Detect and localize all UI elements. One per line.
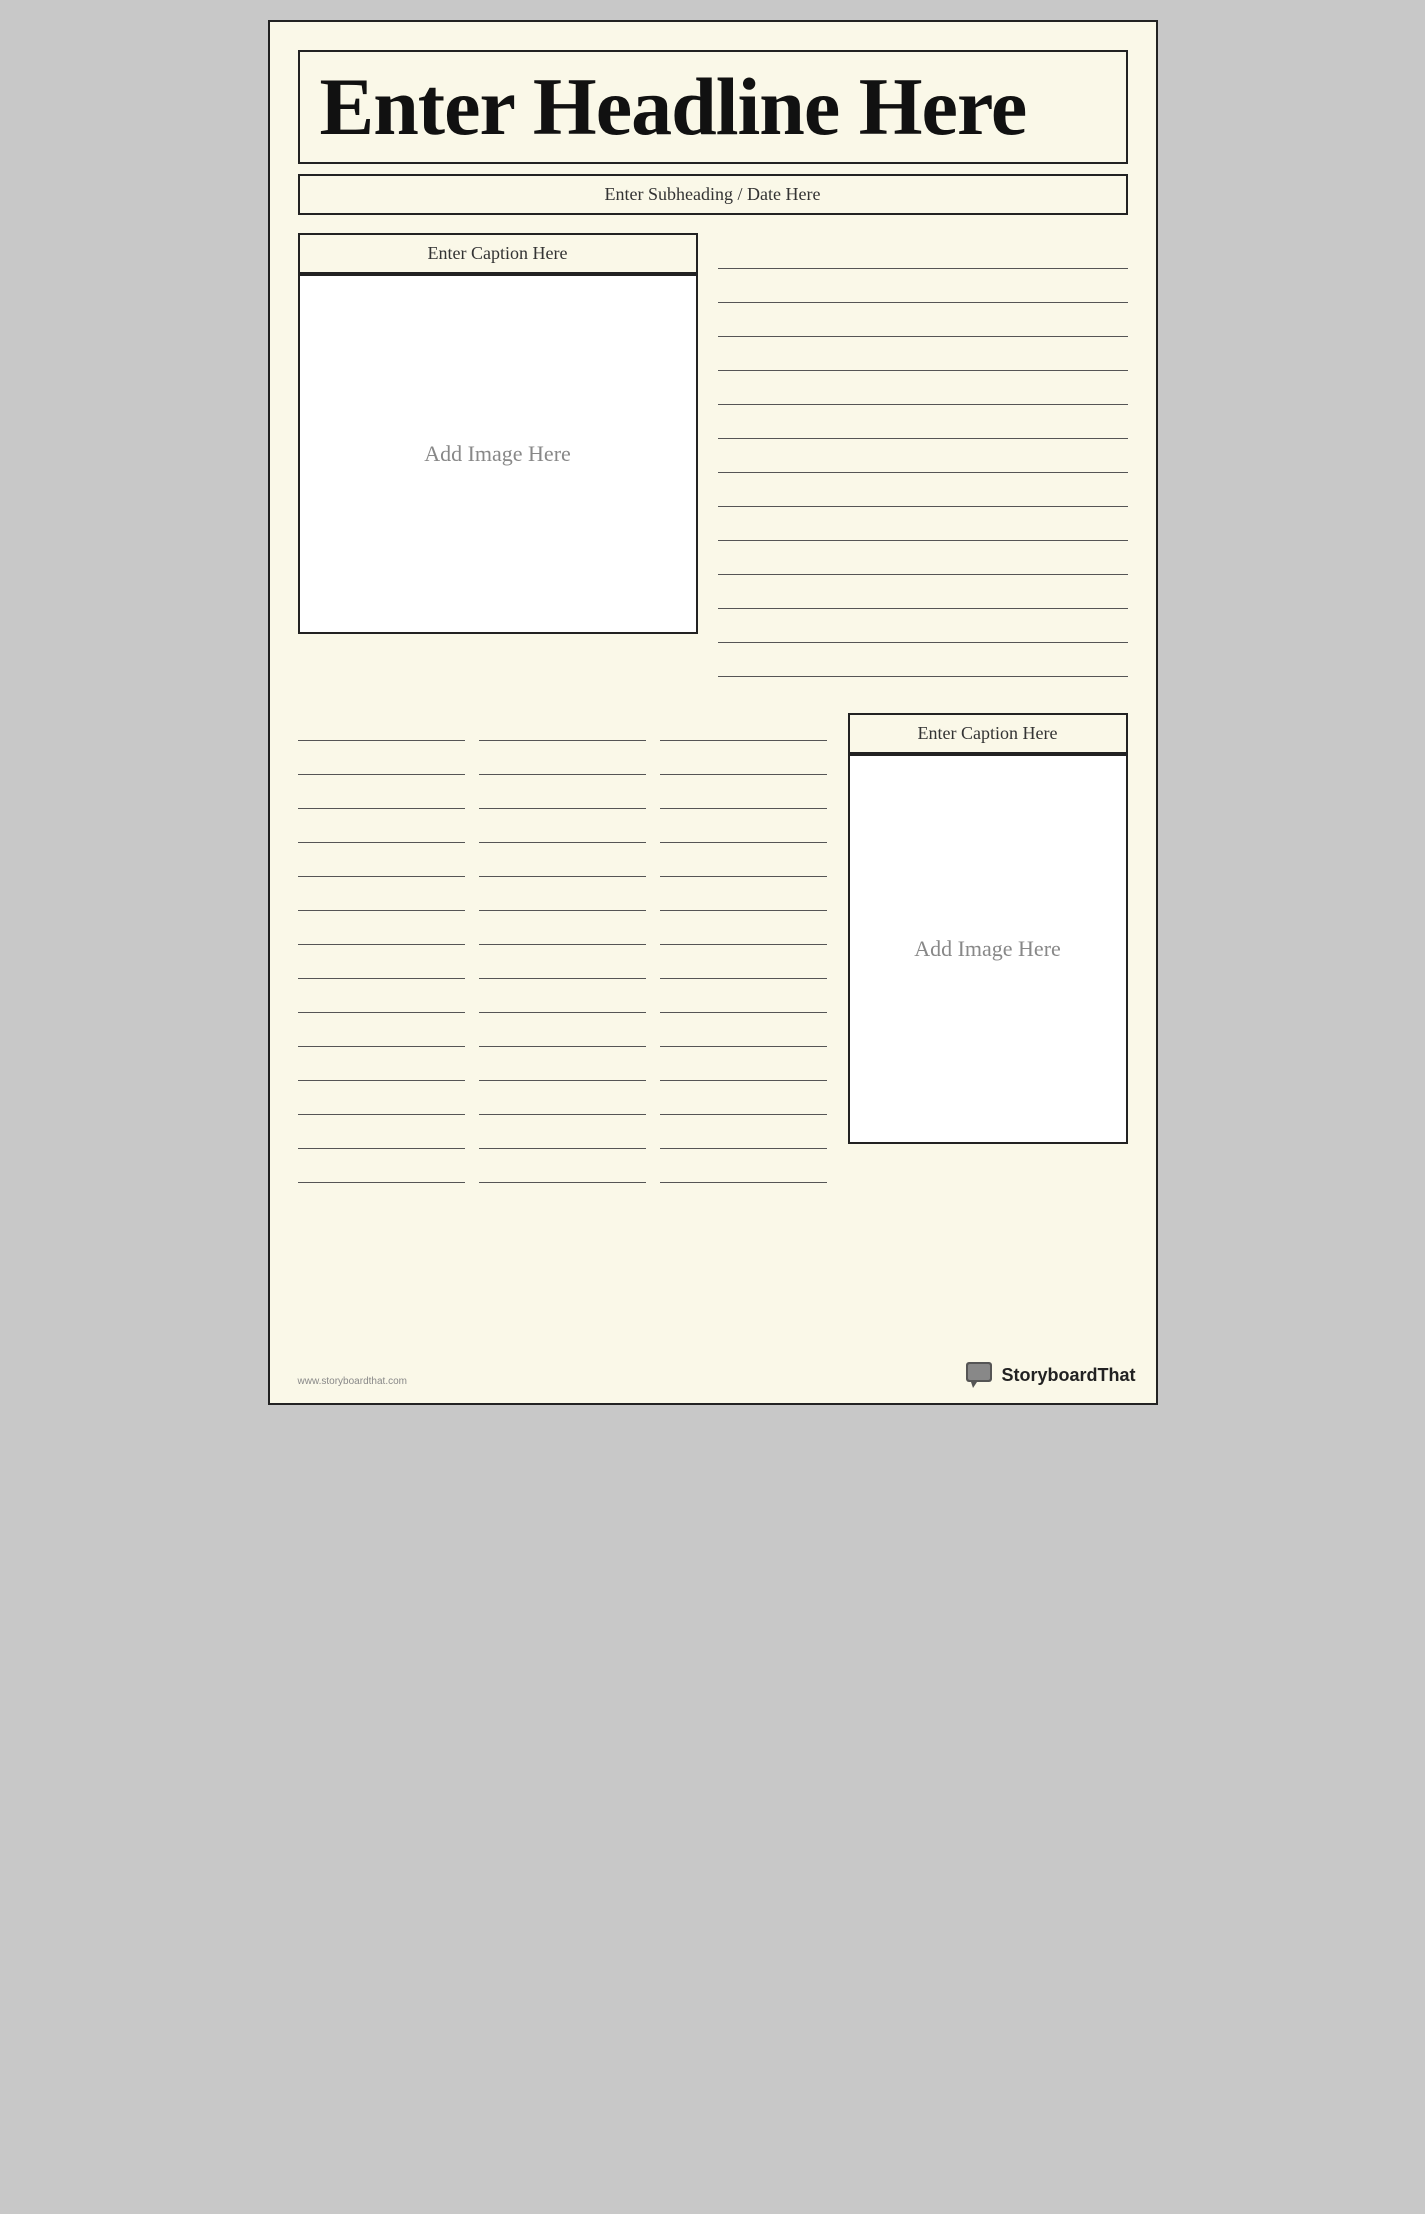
text-line — [660, 917, 827, 945]
bottom-section: Enter Caption Here Add Image Here — [298, 713, 1128, 1189]
text-line — [479, 951, 646, 979]
top-right-column — [718, 233, 1128, 683]
text-line — [298, 1053, 465, 1081]
text-line — [479, 815, 646, 843]
headline-box[interactable]: Enter Headline Here — [298, 50, 1128, 164]
top-image-placeholder: Add Image Here — [424, 441, 571, 467]
text-line — [298, 713, 465, 741]
branding-area: StoryboardThat — [965, 1361, 1135, 1389]
headline-text: Enter Headline Here — [320, 64, 1106, 150]
top-section: Enter Caption Here Add Image Here — [298, 233, 1128, 683]
text-line — [660, 1121, 827, 1149]
text-line — [298, 917, 465, 945]
text-line — [479, 883, 646, 911]
text-line — [718, 377, 1128, 405]
text-line — [298, 747, 465, 775]
newspaper-layout: Enter Headline Here Enter Subheading / D… — [268, 20, 1158, 1405]
top-left-column: Enter Caption Here Add Image Here — [298, 233, 698, 683]
text-line — [479, 747, 646, 775]
text-line — [660, 747, 827, 775]
text-line — [298, 951, 465, 979]
brand-name: StoryboardThat — [1001, 1365, 1135, 1386]
text-line — [718, 479, 1128, 507]
text-line — [718, 547, 1128, 575]
text-line — [718, 343, 1128, 371]
text-line — [298, 849, 465, 877]
text-line — [479, 1155, 646, 1183]
text-line — [660, 815, 827, 843]
brand-website: www.storyboardthat.com — [298, 1376, 408, 1387]
text-line — [718, 309, 1128, 337]
text-line — [660, 951, 827, 979]
text-line — [479, 713, 646, 741]
text-line — [298, 781, 465, 809]
bottom-caption-text: Enter Caption Here — [918, 723, 1058, 743]
bottom-left-column — [298, 713, 828, 1189]
brand-name-part2: That — [1098, 1365, 1136, 1385]
text-line — [660, 781, 827, 809]
text-line — [298, 883, 465, 911]
text-line — [298, 1087, 465, 1115]
text-line — [718, 513, 1128, 541]
text-line — [660, 1087, 827, 1115]
subheading-box[interactable]: Enter Subheading / Date Here — [298, 174, 1128, 215]
text-line — [479, 781, 646, 809]
text-line — [718, 649, 1128, 677]
top-image-box[interactable]: Add Image Here — [298, 274, 698, 634]
bottom-image-box[interactable]: Add Image Here — [848, 754, 1128, 1144]
top-caption-box[interactable]: Enter Caption Here — [298, 233, 698, 274]
brand-logo: StoryboardThat — [965, 1361, 1135, 1389]
text-line — [298, 985, 465, 1013]
text-line — [718, 241, 1128, 269]
text-line — [479, 1019, 646, 1047]
bottom-image-placeholder: Add Image Here — [914, 936, 1061, 962]
text-line — [718, 445, 1128, 473]
text-line — [479, 1121, 646, 1149]
top-caption-text: Enter Caption Here — [428, 243, 568, 263]
text-line — [718, 581, 1128, 609]
three-col-lines — [298, 713, 828, 1189]
text-line — [479, 849, 646, 877]
text-line — [718, 615, 1128, 643]
text-line — [718, 275, 1128, 303]
text-line — [718, 411, 1128, 439]
text-line — [298, 1155, 465, 1183]
text-line — [298, 1019, 465, 1047]
text-line — [479, 1087, 646, 1115]
text-line — [660, 713, 827, 741]
text-line — [479, 917, 646, 945]
bottom-right-column: Enter Caption Here Add Image Here — [848, 713, 1128, 1189]
storyboard-icon — [965, 1361, 997, 1389]
text-line — [660, 1019, 827, 1047]
bottom-caption-box[interactable]: Enter Caption Here — [848, 713, 1128, 754]
text-line — [479, 985, 646, 1013]
text-line — [660, 1155, 827, 1183]
text-line — [660, 1053, 827, 1081]
text-line — [660, 985, 827, 1013]
text-line — [298, 1121, 465, 1149]
text-line — [660, 883, 827, 911]
text-line — [479, 1053, 646, 1081]
brand-name-part1: Storyboard — [1001, 1365, 1097, 1385]
subheading-text: Enter Subheading / Date Here — [605, 184, 821, 204]
text-line — [298, 815, 465, 843]
text-line — [660, 849, 827, 877]
